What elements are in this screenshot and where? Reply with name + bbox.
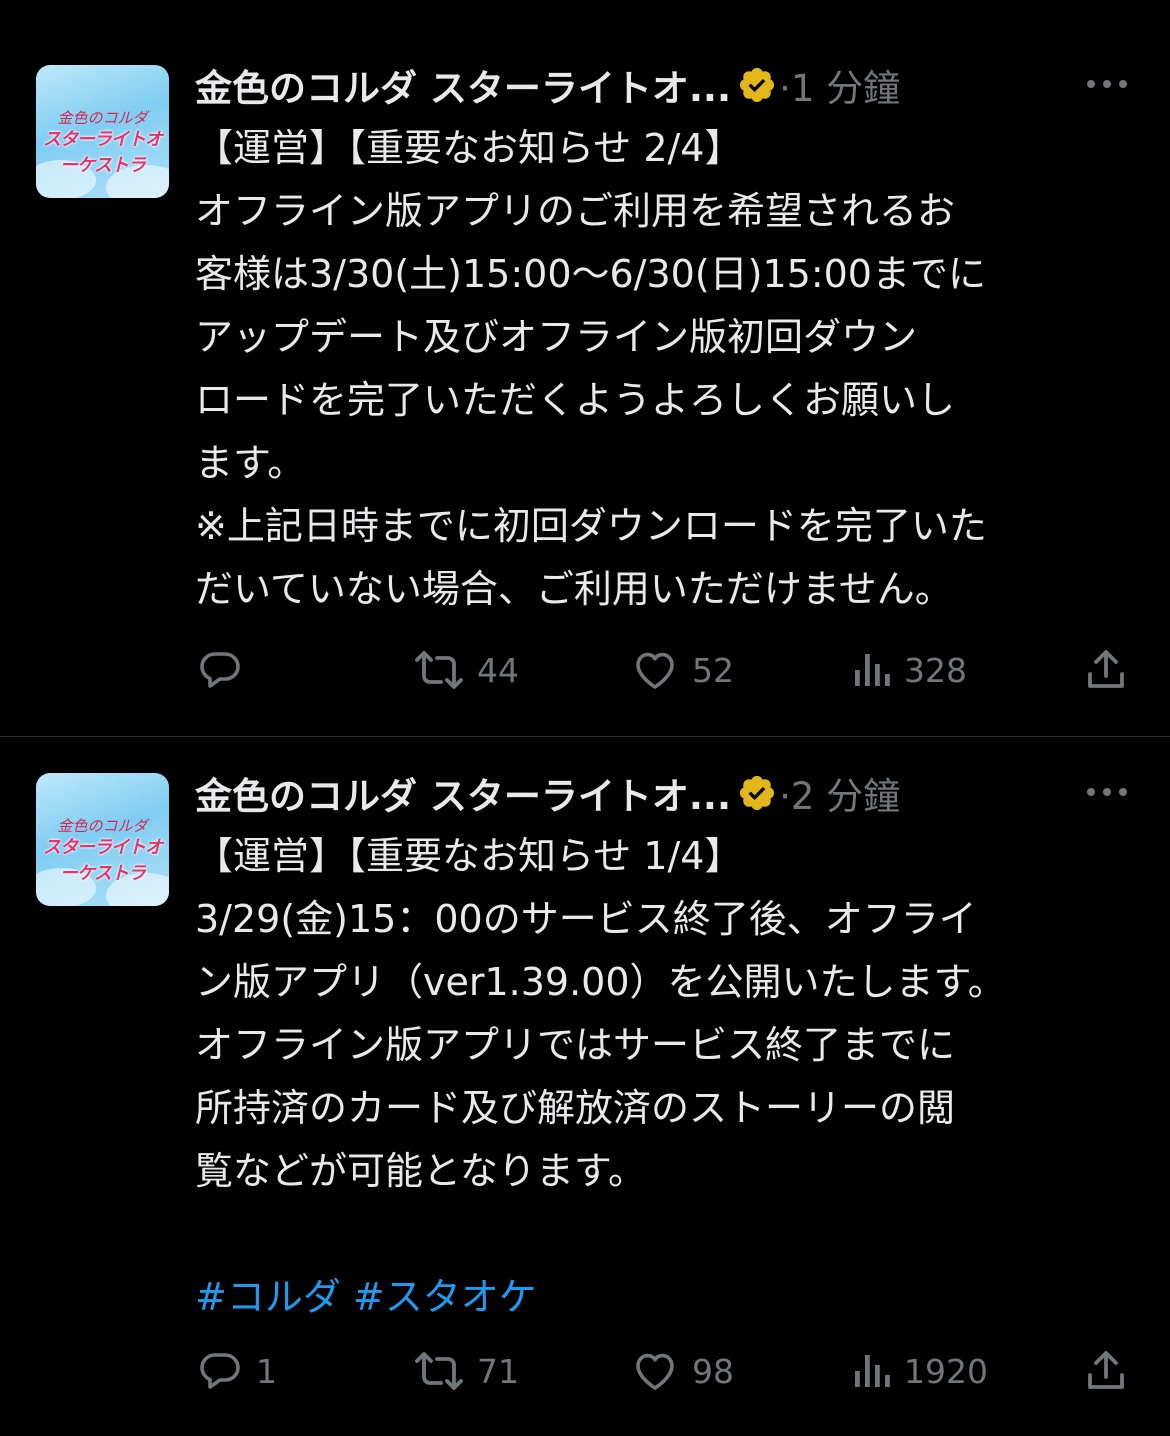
tweet-header: 金色のコルダ スターライトオ... ·1 分鐘 [195,60,900,110]
retweet-count: 71 [477,1351,519,1391]
timeline-feed: 金色のコルダ スターライトオーケストラ 金色のコルダ スターライトオ... ·1… [0,0,1170,1436]
reply-icon [200,1353,240,1389]
tweet-text: 【運営】【重要なお知らせ 1/4】 3/29(金)15：00のサービス終了後、オ… [195,825,1140,1329]
avatar-logo-line2: スターライトオーケストラ [43,129,163,176]
tweet-text-line: オフライン版アプリではサービス終了までに [195,1023,956,1067]
reply-button[interactable] [196,640,256,700]
share-icon [1088,1351,1124,1389]
tweet-actions: 1 71 98 1920 [0,1341,1170,1401]
reply-button[interactable]: 1 [196,1341,277,1401]
tweet-text-line: だいていない場合、ご利用いただけません。 [195,567,953,611]
tweet-text-line: 所持済のカード及び解放済のストーリーの閲 [195,1086,956,1130]
retweet-button[interactable]: 44 [413,640,519,700]
tweet[interactable]: 金色のコルダ スターライトオーケストラ 金色のコルダ スターライトオ... ·1… [0,0,1170,736]
reply-count: 1 [256,1351,277,1391]
tweet-text-line: 【運営】【重要なお知らせ 2/4】 [195,126,743,170]
verified-badge-icon [739,775,775,811]
like-count: 98 [692,1351,734,1391]
avatar[interactable]: 金色のコルダ スターライトオーケストラ [36,65,169,198]
view-count: 1920 [904,1351,988,1391]
reply-icon [200,652,240,688]
avatar-logo-line2: スターライトオーケストラ [43,837,163,884]
tweet-text-line: ロードを完了いただくようよろしくお願いし [195,378,956,422]
views-button[interactable]: 328 [850,640,967,700]
avatar[interactable]: 金色のコルダ スターライトオーケストラ [36,773,169,906]
tweet-actions: 44 52 328 [0,640,1170,700]
hashtag-links[interactable]: #コルダ #スタオケ [195,1266,1140,1329]
more-options-icon[interactable] [1085,74,1129,94]
tweet-text-line: 3/29(金)15：00のサービス終了後、オフライ [195,897,977,941]
tweet-text-line: ます。 [195,441,306,485]
more-options-icon[interactable] [1085,782,1129,802]
bar-chart-icon [855,654,890,686]
share-icon [1088,650,1124,688]
tweet-text: 【運営】【重要なお知らせ 2/4】 オフライン版アプリのご利用を希望されるお 客… [195,117,1140,621]
tweet-text-line: 覧などが可能となります。 [195,1149,647,1193]
heart-icon [636,652,674,689]
retweet-count: 44 [477,650,519,690]
verified-badge-icon [739,67,775,103]
tweet[interactable]: 金色のコルダ スターライトオーケストラ 金色のコルダ スターライトオ... ·2… [0,737,1170,1436]
bar-chart-icon [855,1355,890,1387]
tweet-text-line: ※上記日時までに初回ダウンロードを完了いた [195,504,987,548]
share-button[interactable] [1082,1341,1130,1401]
author-name[interactable]: 金色のコルダ スターライトオ... [195,58,731,112]
views-button[interactable]: 1920 [850,1341,988,1401]
tweet-header: 金色のコルダ スターライトオ... ·2 分鐘 [195,768,900,818]
retweet-icon [415,1352,463,1390]
retweet-button[interactable]: 71 [413,1341,519,1401]
like-count: 52 [692,650,734,690]
author-name[interactable]: 金色のコルダ スターライトオ... [195,766,731,820]
tweet-text-line: 【運営】【重要なお知らせ 1/4】 [195,834,743,878]
tweet-timestamp[interactable]: ·2 分鐘 [779,766,900,820]
tweet-text-line: 客様は3/30(土)15:00～6/30(日)15:00までに [195,252,986,296]
like-button[interactable]: 98 [630,1341,734,1401]
retweet-icon [415,651,463,689]
tweet-timestamp[interactable]: ·1 分鐘 [779,58,900,112]
heart-icon [636,1353,674,1390]
tweet-text-line: オフライン版アプリのご利用を希望されるお [195,189,956,233]
tweet-text-line: アップデート及びオフライン版初回ダウン [195,315,918,359]
view-count: 328 [904,650,967,690]
share-button[interactable] [1082,640,1130,700]
tweet-text-line: ン版アプリ（ver1.39.00）を公開いたします。 [195,960,1006,1004]
like-button[interactable]: 52 [630,640,734,700]
